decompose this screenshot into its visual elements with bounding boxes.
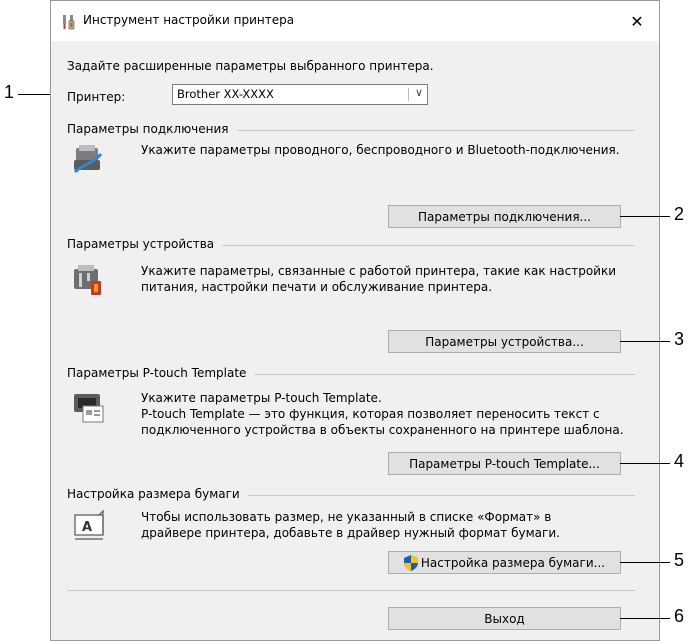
callout-1: 1: [4, 82, 15, 102]
svg-text:A: A: [82, 520, 92, 535]
printer-settings-dialog: Инструмент настройки принтера ✕ Задайте …: [50, 0, 660, 641]
paper-section: Настройка размера бумаги A Чтобы использ…: [67, 487, 635, 557]
callout-line-3: [620, 341, 670, 342]
paper-size-button-label: Настройка размера бумаги...: [420, 555, 606, 570]
paper-desc-line-1: Чтобы использовать размер, не указанный …: [141, 510, 552, 524]
printer-label: Принтер:: [67, 90, 126, 104]
device-settings-icon: [74, 265, 101, 295]
callout-4: 4: [674, 451, 685, 471]
footer-divider: [67, 590, 635, 591]
template-desc: Укажите параметры P-touch Template. P-to…: [141, 390, 624, 438]
callout-line-2: [620, 216, 670, 217]
callout-2: 2: [674, 204, 685, 224]
close-icon: ✕: [630, 11, 644, 31]
callout-3: 3: [674, 329, 685, 349]
template-settings-button[interactable]: Параметры P-touch Template...: [388, 452, 621, 475]
device-desc-line-1: Укажите параметры, связанные с работой п…: [141, 264, 617, 278]
device-section: Параметры устройства Укажите параметры, …: [67, 237, 635, 337]
title-bar: Инструмент настройки принтера ✕: [51, 1, 659, 41]
callout-line-4: [620, 463, 670, 464]
callout-line-5: [620, 562, 670, 563]
connection-section-header: Параметры подключения: [67, 122, 635, 136]
network-printer-icon: [73, 145, 103, 174]
section-rule: [236, 129, 635, 131]
callout-6: 6: [674, 606, 685, 626]
intro-text: Задайте расширенные параметры выбранного…: [67, 59, 434, 73]
template-section: Параметры P-touch Template Укажите парам…: [67, 366, 635, 456]
template-icon: [74, 394, 104, 423]
callout-line-6: [620, 618, 670, 619]
paper-desc-line-2: драйвере принтера, добавьте в драйвер ну…: [141, 526, 560, 540]
callout-5: 5: [674, 550, 685, 570]
template-desc-line-2: P-touch Template — это функция, которая …: [141, 407, 600, 421]
connection-desc: Укажите параметры проводного, беспроводн…: [141, 142, 620, 158]
section-rule: [254, 373, 635, 375]
paper-size-button[interactable]: Настройка размера бумаги...: [388, 551, 621, 574]
device-settings-button[interactable]: Параметры устройства...: [388, 330, 621, 353]
connection-settings-button[interactable]: Параметры подключения...: [388, 205, 621, 228]
template-desc-line-1: Укажите параметры P-touch Template.: [141, 391, 382, 405]
paper-desc: Чтобы использовать размер, не указанный …: [141, 509, 560, 541]
section-rule: [222, 244, 635, 246]
printer-select-value: Brother XX-XXXX: [177, 87, 274, 101]
printer-select[interactable]: Brother XX-XXXX ∨: [172, 84, 428, 105]
template-desc-line-3: подключенного устройства в объекты сохра…: [141, 423, 624, 437]
device-desc: Укажите параметры, связанные с работой п…: [141, 263, 616, 295]
paper-size-icon: A: [74, 509, 104, 540]
printer-tools-icon: [63, 15, 75, 30]
paper-section-title: Настройка размера бумаги: [67, 487, 240, 501]
chevron-down-icon: ∨: [414, 86, 423, 99]
uac-shield-icon: [403, 554, 418, 571]
select-separator: [408, 88, 409, 101]
section-rule: [247, 494, 635, 496]
connection-desc-line: Укажите параметры проводного, беспроводн…: [141, 143, 620, 157]
template-section-title: Параметры P-touch Template: [67, 366, 247, 380]
device-section-header: Параметры устройства: [67, 237, 635, 251]
close-button[interactable]: ✕: [615, 1, 659, 41]
device-section-title: Параметры устройства: [67, 237, 215, 251]
connection-section-title: Параметры подключения: [67, 122, 229, 136]
device-desc-line-2: питания, настройки печати и обслуживание…: [141, 280, 493, 294]
paper-section-header: Настройка размера бумаги: [67, 487, 635, 501]
template-section-header: Параметры P-touch Template: [67, 366, 635, 380]
window-title: Инструмент настройки принтера: [83, 13, 295, 27]
exit-button[interactable]: Выход: [388, 607, 621, 630]
